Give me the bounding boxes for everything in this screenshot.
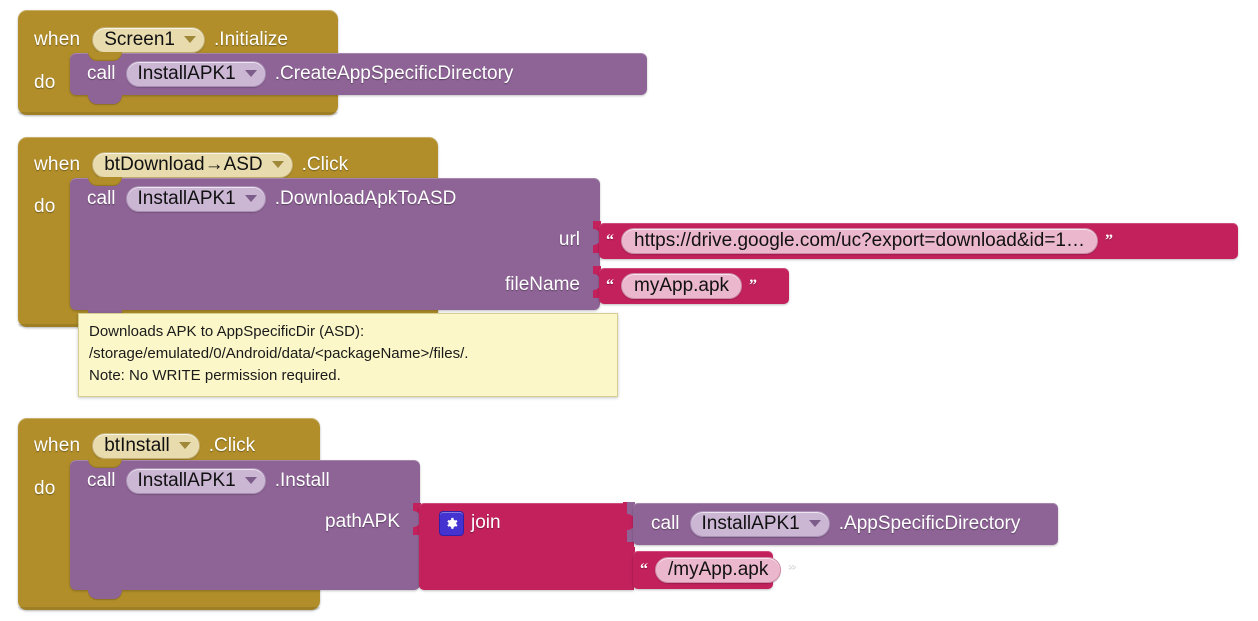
- component-dropdown-installapk1[interactable]: InstallAPK1: [125, 468, 266, 494]
- block-notch-bottom: [88, 589, 122, 599]
- method-name-label: .CreateAppSpecificDirectory: [274, 63, 514, 84]
- component-dropdown-label: InstallAPK1: [137, 470, 236, 491]
- close-quote-glyph: ”: [1105, 232, 1113, 249]
- arg-label-pathapk: pathAPK: [325, 511, 400, 532]
- component-dropdown-label: btDownload→ASD: [104, 154, 263, 175]
- component-dropdown-label: InstallAPK1: [701, 513, 800, 534]
- open-quote-glyph: “: [640, 561, 648, 578]
- chevron-down-icon[interactable]: [244, 195, 257, 202]
- component-dropdown-label: InstallAPK1: [137, 63, 236, 84]
- text-block-myapp-path[interactable]: “ /myApp.apk ”: [633, 551, 796, 589]
- event-name-label: .Click: [208, 435, 256, 456]
- text-row: “ /myApp.apk ”: [640, 556, 796, 584]
- do-row-label: do: [34, 192, 56, 222]
- comment-line-2: /storage/emulated/0/Android/data/<packag…: [89, 345, 469, 362]
- when-keyword: when: [34, 154, 81, 175]
- gear-icon[interactable]: [439, 510, 464, 536]
- call-row: call InstallAPK1 .CreateAppSpecificDirec…: [87, 60, 513, 88]
- call-block-downloadapktoasd[interactable]: call InstallAPK1 .DownloadApkToASD url f…: [70, 177, 601, 319]
- component-dropdown-label: InstallAPK1: [137, 188, 236, 209]
- text-row: “ myApp.apk ”: [606, 272, 757, 300]
- chevron-down-icon[interactable]: [271, 161, 284, 168]
- open-quote-glyph: “: [606, 232, 614, 249]
- close-quote-glyph: ”: [749, 277, 758, 294]
- text-row: “ https://drive.google.com/uc?export=dow…: [606, 227, 1113, 255]
- chevron-down-icon[interactable]: [808, 520, 821, 527]
- do-row-label: do: [34, 474, 56, 504]
- do-keyword: do: [34, 478, 56, 499]
- block-notch-bottom: [88, 94, 122, 104]
- arg-label-url: url: [558, 229, 580, 250]
- text-input-value: https://drive.google.com/uc?export=downl…: [634, 230, 1085, 251]
- component-dropdown-screen1[interactable]: Screen1: [92, 27, 206, 53]
- text-block-url[interactable]: “ https://drive.google.com/uc?export=dow…: [599, 223, 1238, 259]
- join-label: join: [471, 512, 501, 533]
- text-input-value: myApp.apk: [634, 275, 730, 296]
- call-block-createappspecificdirectory[interactable]: call InstallAPK1 .CreateAppSpecificDirec…: [70, 52, 647, 104]
- component-dropdown-installapk1[interactable]: InstallAPK1: [125, 186, 266, 212]
- call-block-install[interactable]: call InstallAPK1 .Install pathAPK: [70, 459, 421, 599]
- component-dropdown-label: btInstall: [104, 435, 170, 456]
- component-dropdown-installapk1[interactable]: InstallAPK1: [689, 511, 830, 537]
- event-header-row: when Screen1 .Initialize: [34, 25, 288, 55]
- component-dropdown-installapk1[interactable]: InstallAPK1: [125, 61, 266, 87]
- text-input-myapp-path[interactable]: /myApp.apk: [655, 557, 782, 583]
- comment-line-1: Downloads APK to AppSpecificDir (ASD):: [89, 323, 365, 340]
- call-keyword: call: [87, 188, 116, 209]
- comment-line-3: Note: No WRITE permission required.: [89, 367, 341, 384]
- call-keyword: call: [87, 63, 116, 84]
- method-name-label: .Install: [274, 470, 330, 491]
- join-header-row: join: [439, 509, 501, 537]
- call-row: call InstallAPK1 .DownloadApkToASD: [87, 185, 456, 213]
- when-keyword: when: [34, 435, 81, 456]
- component-dropdown-label: Screen1: [104, 29, 176, 50]
- event-name-label: .Click: [301, 154, 349, 175]
- join-block[interactable]: join: [419, 502, 635, 590]
- component-dropdown-btinstall[interactable]: btInstall: [92, 433, 200, 459]
- text-input-filename[interactable]: myApp.apk: [621, 273, 743, 299]
- component-dropdown-btdownload[interactable]: btDownload→ASD: [92, 152, 293, 178]
- chevron-down-icon[interactable]: [178, 442, 191, 449]
- method-name-label: .AppSpecificDirectory: [838, 513, 1021, 534]
- event-header-row: when btDownload→ASD .Click: [34, 150, 348, 180]
- text-input-value: /myApp.apk: [668, 559, 769, 580]
- call-keyword: call: [651, 513, 680, 534]
- call-row: call InstallAPK1 .AppSpecificDirectory: [651, 510, 1020, 538]
- text-input-url[interactable]: https://drive.google.com/uc?export=downl…: [621, 228, 1098, 254]
- when-keyword: when: [34, 29, 81, 50]
- chevron-down-icon[interactable]: [244, 70, 257, 77]
- do-keyword: do: [34, 196, 56, 217]
- close-quote-glyph: ”: [788, 561, 797, 578]
- chevron-down-icon[interactable]: [184, 36, 197, 43]
- method-name-label: .DownloadApkToASD: [274, 188, 457, 209]
- comment-balloon[interactable]: Downloads APK to AppSpecificDir (ASD): /…: [78, 313, 618, 397]
- do-keyword: do: [34, 72, 56, 93]
- chevron-down-icon[interactable]: [244, 477, 257, 484]
- call-keyword: call: [87, 470, 116, 491]
- call-block-appspecificdirectory[interactable]: call InstallAPK1 .AppSpecificDirectory: [633, 503, 1058, 545]
- open-quote-glyph: “: [606, 277, 614, 294]
- do-row-label: do: [34, 68, 56, 98]
- event-header-row: when btInstall .Click: [34, 431, 255, 461]
- call-row: call InstallAPK1 .Install: [87, 467, 330, 495]
- text-block-filename[interactable]: “ myApp.apk ”: [599, 268, 789, 304]
- arg-label-filename: fileName: [505, 274, 580, 295]
- event-name-label: .Initialize: [214, 29, 288, 50]
